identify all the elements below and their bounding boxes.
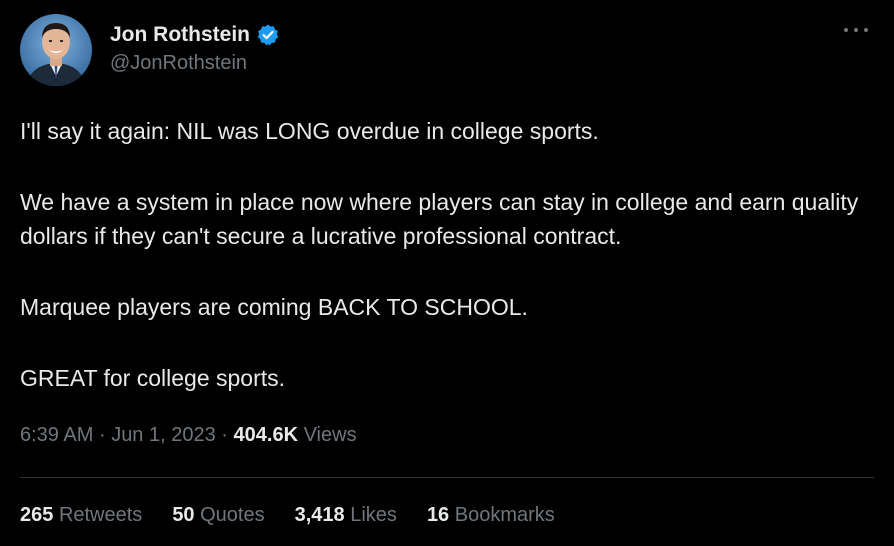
author-handle[interactable]: @JonRothstein [110,52,280,75]
retweets-count: 265 [20,504,54,526]
divider [20,477,874,478]
tweet-header: Jon Rothstein @JonRothstein [20,14,874,90]
bookmarks-label: Bookmarks [454,504,555,526]
author-info: Jon Rothstein @JonRothstein [110,20,280,75]
author-display-name[interactable]: Jon Rothstein [110,23,250,47]
retweets-label: Retweets [58,504,143,526]
tweet-card: Jon Rothstein @JonRothstein I'll say it … [0,0,894,546]
verified-badge-icon[interactable] [256,23,280,47]
bookmarks-count: 16 [426,504,450,526]
meta-separator: · [221,424,228,446]
likes-label: Likes [350,504,397,526]
avatar[interactable] [20,14,92,86]
bookmarks-stat[interactable]: 16 Bookmarks [427,504,555,527]
engagement-stats: 265 Retweets 50 Quotes 3,418 Likes 16 Bo… [20,504,585,527]
more-options-icon[interactable] [842,22,870,38]
retweets-stat[interactable]: 265 Retweets [20,504,142,527]
likes-count: 3,418 [294,504,345,526]
tweet-date[interactable]: Jun 1, 2023 [111,424,216,446]
profile-photo-icon [20,14,92,86]
meta-separator: · [98,424,106,446]
tweet-time[interactable]: 6:39 AM [20,424,93,446]
quotes-stat[interactable]: 50 Quotes [172,504,264,527]
quotes-count: 50 [172,504,195,526]
views-label: Views [303,424,357,446]
tweet-paragraph: We have a system in place now where play… [20,189,859,249]
tweet-paragraph: GREAT for college sports. [20,365,286,391]
tweet-text: I'll say it again: NIL was LONG overdue … [20,114,880,432]
likes-stat[interactable]: 3,418 Likes [295,504,397,527]
tweet-paragraph: Marquee players are coming BACK TO SCHOO… [20,294,528,320]
tweet-meta: 6:39 AM · Jun 1, 2023 · 404.6K Views [20,424,357,447]
quotes-label: Quotes [200,504,265,526]
views-count: 404.6K [233,424,299,446]
tweet-paragraph: I'll say it again: NIL was LONG overdue … [20,118,599,144]
name-row: Jon Rothstein [110,20,280,50]
